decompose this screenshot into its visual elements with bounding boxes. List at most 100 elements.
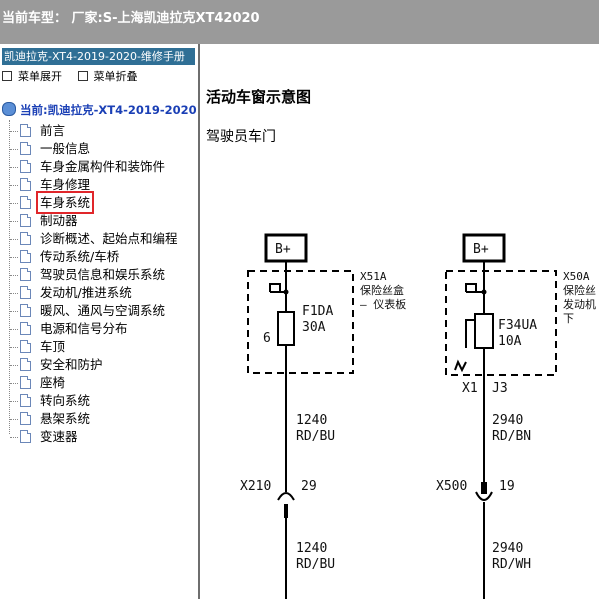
tree-node[interactable]: 安全和防护 — [10, 354, 103, 372]
collapse-icon — [77, 71, 88, 81]
tree-node-label: 一般信息 — [40, 141, 91, 156]
document-icon — [20, 376, 31, 389]
tree-connector — [10, 221, 18, 222]
left-circuit: B+ X51A 保险丝盒 – 仪表板 F1DA 30A 6 1240 RD/BU… — [240, 233, 406, 599]
document-icon — [20, 430, 31, 443]
tree-node[interactable]: 一般信息 — [10, 138, 90, 156]
tree-connector — [10, 257, 18, 258]
tree-node[interactable]: 车顶 — [10, 336, 65, 354]
current-model-text: 当前车型： 厂家:S-上海凯迪拉克XT42020 — [2, 11, 260, 26]
tree-connector — [10, 293, 18, 294]
document-icon — [20, 394, 31, 407]
left-fuse — [277, 311, 295, 346]
right-fuse-block-name: 保险丝 — [563, 283, 596, 297]
right-wire1-circuit: 2940 — [492, 413, 523, 428]
document-icon — [20, 304, 31, 317]
left-connector-id: X210 — [240, 479, 271, 494]
tree-connector — [10, 383, 18, 384]
tree-node[interactable]: 转向系统 — [10, 390, 90, 408]
window-titlebar: 当前车型： 厂家:S-上海凯迪拉克XT42020 — [0, 0, 599, 44]
collapse-menu-label: 菜单折叠 — [93, 70, 138, 83]
tree-node[interactable]: 前言 — [10, 120, 65, 138]
tree-connector — [10, 347, 18, 348]
left-wire2-color: RD/BU — [296, 557, 335, 572]
tree-connector — [10, 311, 18, 312]
document-icon — [20, 178, 31, 191]
tree-node-label: 座椅 — [40, 375, 66, 390]
left-connector-pin: 29 — [301, 479, 317, 494]
tree-node[interactable]: 电源和信号分布 — [10, 318, 128, 336]
content-pane: 活动车窗示意图 驾驶员车门 B+ X51A 保险丝盒 – 仪表板 F1DA 30… — [200, 44, 599, 599]
manual-title: 凯迪拉克-XT4-2019-2020-维修手册 — [2, 48, 195, 65]
tree-node-label: 电源和信号分布 — [40, 321, 128, 336]
left-wire1-color: RD/BU — [296, 429, 335, 444]
right-wire2-circuit: 2940 — [492, 541, 523, 556]
document-icon — [20, 268, 31, 281]
tree-node[interactable]: 车身系统 — [10, 191, 95, 214]
tree-connector — [10, 437, 18, 438]
expand-menu-button[interactable]: 菜单展开 — [2, 68, 62, 84]
document-icon — [20, 340, 31, 353]
right-connector-pin-right: J3 — [492, 381, 508, 396]
tree-connector — [10, 329, 18, 330]
right-fuse-rating: 10A — [498, 334, 522, 349]
wiring-diagram: B+ X51A 保险丝盒 – 仪表板 F1DA 30A 6 1240 RD/BU… — [240, 233, 596, 599]
sidebar: 凯迪拉克-XT4-2019-2020-维修手册 菜单展开 菜单折叠 当前:凯迪拉… — [0, 44, 200, 599]
tree-node[interactable]: 车身金属构件和装饰件 — [10, 156, 165, 174]
expand-menu-label: 菜单展开 — [18, 70, 62, 83]
left-fuse-block-id: X51A — [360, 270, 387, 283]
right-wire2-color: RD/WH — [492, 557, 531, 572]
left-fuse-block-location: – 仪表板 — [360, 297, 406, 311]
tree-node-label: 制动器 — [40, 213, 78, 228]
document-icon — [20, 124, 31, 137]
tree-node-label: 暖风、通风与空调系统 — [40, 303, 166, 318]
right-power-label: B+ — [473, 242, 489, 257]
tree-node-label: 发动机/推进系统 — [40, 285, 132, 300]
right-wire1-color: RD/BN — [492, 429, 531, 444]
right-fuse-block-position: 下 — [563, 312, 574, 325]
tree-node-label: 驾驶员信息和娱乐系统 — [40, 267, 166, 282]
menu-toolbar: 菜单展开 菜单折叠 — [0, 68, 148, 84]
tree-connector — [10, 167, 18, 168]
left-fuse-pin: 6 — [263, 331, 271, 346]
tree-node[interactable]: 传动系统/车桥 — [10, 246, 119, 264]
tree-node[interactable]: 悬架系统 — [10, 408, 90, 426]
tree-connector — [10, 419, 18, 420]
tree-connector — [10, 149, 18, 150]
tree-node[interactable]: 座椅 — [10, 372, 65, 390]
document-icon — [20, 250, 31, 263]
document-icon — [20, 322, 31, 335]
tree-node-label: 车身系统 — [35, 191, 95, 214]
tree-node[interactable]: 车身修理 — [10, 174, 90, 192]
tree-node-label: 车身金属构件和装饰件 — [40, 159, 166, 174]
right-fuse-name: F34UA — [498, 318, 537, 333]
document-icon — [20, 214, 31, 227]
tree-node[interactable]: 暖风、通风与空调系统 — [10, 300, 165, 318]
tree-root[interactable]: 当前:凯迪拉克-XT4-2019-2020 — [2, 102, 197, 120]
tree-node-label: 传动系统/车桥 — [40, 249, 120, 264]
left-wire2-circuit: 1240 — [296, 541, 327, 556]
tree-node-label: 车身修理 — [40, 177, 91, 192]
tree-node-label: 变速器 — [40, 429, 78, 444]
document-icon — [20, 412, 31, 425]
tree-node-label: 前言 — [40, 123, 66, 138]
page-subtitle: 驾驶员车门 — [206, 129, 276, 145]
right-connector-pin-left: X1 — [462, 381, 478, 396]
tree-connector — [10, 185, 18, 186]
left-fuse-name: F1DA — [302, 304, 333, 319]
tree-node[interactable]: 驾驶员信息和娱乐系统 — [10, 264, 165, 282]
left-fuse-block-name: 保险丝盒 — [360, 283, 404, 297]
tree-node[interactable]: 发动机/推进系统 — [10, 282, 132, 300]
tree-connector — [10, 239, 18, 240]
right-connector-pin: 19 — [499, 479, 515, 494]
document-icon — [20, 196, 31, 209]
tree-node[interactable]: 诊断概述、起始点和编程 — [10, 228, 178, 246]
tree-node-label: 悬架系统 — [40, 411, 91, 426]
tree-node[interactable]: 变速器 — [10, 426, 78, 444]
tree-node[interactable]: 制动器 — [10, 210, 78, 228]
left-power-label: B+ — [275, 242, 291, 257]
document-icon — [20, 232, 31, 245]
document-icon — [20, 358, 31, 371]
collapse-menu-button[interactable]: 菜单折叠 — [77, 68, 138, 84]
tree-connector — [10, 131, 18, 132]
